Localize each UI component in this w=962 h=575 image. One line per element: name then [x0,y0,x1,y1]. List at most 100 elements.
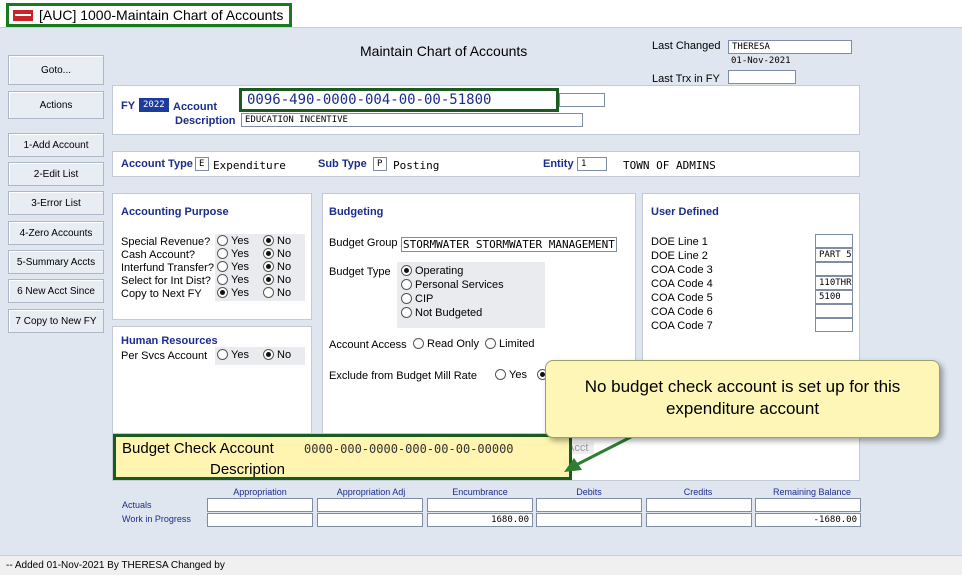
radio-icon [217,261,228,272]
select-int-dist-no[interactable]: No [263,274,291,286]
budget-type-label: Budget Type [329,266,391,278]
doe-line-1-label: DOE Line 1 [651,236,708,248]
sidebar-item-copy-to-new-fy[interactable]: 7 Copy to New FY [8,309,104,333]
sidebar-item-summary-accts[interactable]: 5-Summary Accts [8,250,104,274]
sidebar-item-edit-list[interactable]: 2-Edit List [8,162,104,186]
account-extra-field[interactable] [559,93,605,107]
sub-type-desc: Posting [393,159,440,172]
interfund-transfer-label: Interfund Transfer? [121,262,214,274]
actuals-credits-field [646,498,752,512]
col-remaining-balance: Remaining Balance [772,487,852,497]
special-revenue-yes[interactable]: Yes [217,235,249,247]
exclude-mill-rate-yes[interactable]: Yes [495,369,527,381]
fy-field[interactable]: 2022 [139,98,169,112]
radio-selected-icon [263,248,274,259]
copy-next-fy-yes[interactable]: Yes [217,287,249,299]
window-title: [AUC] 1000-Maintain Chart of Accounts [39,7,284,23]
sidebar-item-error-list[interactable]: 3-Error List [8,191,104,215]
per-svcs-yes[interactable]: Yes [217,349,249,361]
budget-check-account[interactable]: 0000-000-0000-000-00-00-00000 [304,442,514,456]
account-label: Account [173,101,217,113]
radio-icon [485,338,496,349]
account-access-read-only[interactable]: Read Only [413,338,479,350]
col-debits: Debits [576,487,602,497]
wip-appropriation-field [207,513,313,527]
coa-code-3-field[interactable] [815,262,853,276]
col-appropriation: Appropriation [233,487,287,497]
interfund-transfer-yes[interactable]: Yes [217,261,249,273]
budgeting-title: Budgeting [329,206,384,218]
wip-label: Work in Progress [122,514,191,524]
select-int-dist-label: Select for Int Dist? [121,275,211,287]
doe-line-1-field[interactable] [815,234,853,248]
accounting-purpose-panel: Accounting Purpose Special Revenue? Yes … [112,193,312,320]
sidebar-item-zero-accounts[interactable]: 4-Zero Accounts [8,221,104,245]
doe-line-2-field[interactable]: PART 5 [815,248,853,262]
coa-code-7-field[interactable] [815,318,853,332]
fy-label: FY [121,100,136,112]
copy-next-fy-no[interactable]: No [263,287,291,299]
budget-group-field[interactable]: STORMWATER STORMWATER MANAGEMENT [401,237,617,252]
coa-code-3-label: COA Code 3 [651,264,713,276]
budget-check-highlight: Budget Check Account 0000-000-0000-000-0… [113,434,572,480]
coa-code-6-label: COA Code 6 [651,306,713,318]
radio-icon [217,274,228,285]
last-changed-date: 01-Nov-2021 [731,56,791,66]
cash-account-yes[interactable]: Yes [217,248,249,260]
description-label: Description [175,115,236,127]
budget-type-personal-services[interactable]: Personal Services [401,279,504,291]
sub-type-code-field[interactable]: P [373,157,387,171]
col-appropriation-adj: Appropriation Adj [336,487,406,497]
goto-button[interactable]: Goto... [8,55,104,85]
radio-icon [263,287,274,298]
coa-code-5-field[interactable]: 5100 [815,290,853,304]
interfund-transfer-no[interactable]: No [263,261,291,273]
budget-type-operating[interactable]: Operating [401,265,463,277]
radio-icon [413,338,424,349]
special-revenue-label: Special Revenue? [121,236,211,248]
actuals-encumbrance-field [427,498,533,512]
coa-code-4-label: COA Code 4 [651,278,713,290]
special-revenue-no[interactable]: No [263,235,291,247]
budget-type-cip[interactable]: CIP [401,293,433,305]
cash-account-label: Cash Account? [121,249,195,261]
select-int-dist-yes[interactable]: Yes [217,274,249,286]
actuals-label: Actuals [122,500,152,510]
sidebar-item-add-account[interactable]: 1-Add Account [8,133,104,157]
per-svcs-no[interactable]: No [263,349,291,361]
coa-code-4-field[interactable]: 110THR [815,276,853,290]
radio-selected-icon [217,287,228,298]
wip-debits-field [536,513,642,527]
radio-icon [495,369,506,380]
radio-icon [217,248,228,259]
cash-account-no[interactable]: No [263,248,291,260]
account-number-highlight: 0096-490-0000-004-00-00-51800 [239,88,559,112]
description-field[interactable]: EDUCATION INCENTIVE [241,113,583,127]
actions-button[interactable]: Actions [8,91,104,119]
wip-appropriation-adj-field [317,513,423,527]
radio-icon [401,293,412,304]
last-trx-field [728,70,796,84]
entity-code-field[interactable]: 1 [577,157,607,171]
actuals-appropriation-field [207,498,313,512]
main-area: Maintain Chart of Accounts Last Changed … [0,28,962,555]
account-type-code-field[interactable]: E [195,157,209,171]
status-bar: -- Added 01-Nov-2021 By THERESA Changed … [0,555,962,575]
radio-icon [217,349,228,360]
budget-type-not-budgeted[interactable]: Not Budgeted [401,307,482,319]
radio-icon [401,307,412,318]
coa-code-6-field[interactable] [815,304,853,318]
actuals-appropriation-adj-field [317,498,423,512]
human-resources-panel: Human Resources Per Svcs Account Yes No [112,326,312,436]
account-number[interactable]: 0096-490-0000-004-00-00-51800 [247,92,491,108]
window-title-highlight: [AUC] 1000-Maintain Chart of Accounts [6,3,293,27]
radio-selected-icon [263,349,274,360]
radio-selected-icon [263,235,274,246]
app-logo-icon [13,9,33,21]
title-bar: [AUC] 1000-Maintain Chart of Accounts [0,0,962,28]
budget-check-label: Budget Check Account [122,440,274,457]
account-access-limited[interactable]: Limited [485,338,534,350]
last-changed-label: Last Changed [652,40,721,52]
account-access-label: Account Access [329,339,407,351]
sidebar-item-new-acct-since[interactable]: 6 New Acct Since [8,279,104,303]
